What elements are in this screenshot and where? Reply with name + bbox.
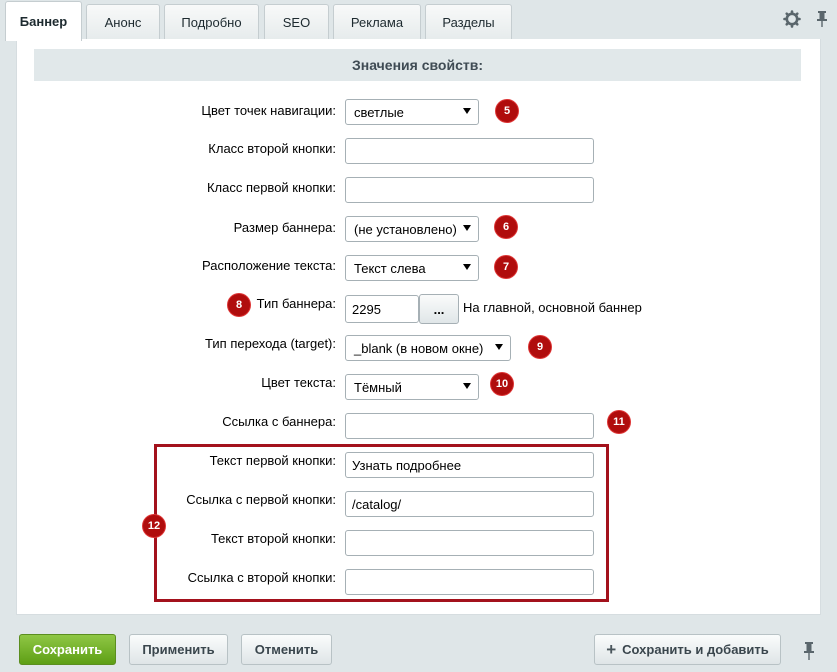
nav-dots-value: светлые — [354, 104, 404, 120]
save-and-add-label: Сохранить и добавить — [622, 642, 769, 657]
second-btn-text-label: Текст второй кнопки: — [210, 531, 336, 546]
marker-badge-8: 8 — [228, 294, 250, 316]
marker-badge-6: 6 — [495, 216, 517, 238]
dropdown-arrow-icon — [463, 383, 471, 389]
tab-banner[interactable]: Баннер — [5, 1, 82, 41]
pin-icon[interactable] — [803, 641, 815, 661]
dropdown-arrow-icon — [463, 264, 471, 270]
nav-dots-label: Цвет точек навигации: — [201, 103, 336, 118]
marker-badge-7: 7 — [495, 256, 517, 278]
marker-badge-9: 9 — [529, 336, 551, 358]
second-btn-link-input[interactable] — [345, 569, 594, 595]
pin-icon[interactable] — [816, 10, 828, 28]
tab-announce[interactable]: Анонс — [86, 4, 160, 40]
text-color-value: Тёмный — [354, 379, 402, 395]
section-title: Значения свойств: — [34, 49, 801, 81]
marker-badge-10: 10 — [491, 373, 513, 395]
marker-badge-5: 5 — [496, 100, 518, 122]
tab-sections[interactable]: Разделы — [425, 4, 512, 40]
second-btn-class-input[interactable] — [345, 138, 594, 164]
first-btn-text-input[interactable]: Узнать подробнее — [345, 452, 594, 478]
banner-type-note: На главной, основной баннер — [463, 300, 642, 315]
text-color-label: Цвет текста: — [261, 375, 336, 390]
target-label: Тип перехода (target): — [205, 336, 336, 351]
apply-button[interactable]: Применить — [129, 634, 228, 665]
target-select[interactable]: _blank (в новом окне) — [345, 335, 511, 361]
text-position-value: Текст слева — [354, 260, 426, 276]
banner-size-label: Размер баннера: — [233, 220, 336, 235]
second-btn-text-input[interactable] — [345, 530, 594, 556]
banner-type-label: Тип баннера: — [256, 296, 336, 311]
tab-details[interactable]: Подробно — [164, 4, 259, 40]
nav-dots-select[interactable]: светлые — [345, 99, 479, 125]
first-btn-link-input[interactable]: /catalog/ — [345, 491, 594, 517]
tab-bar: Баннер Анонс Подробно SEO Реклама Раздел… — [0, 0, 837, 41]
marker-badge-11: 11 — [608, 411, 630, 433]
tab-ads[interactable]: Реклама — [333, 4, 421, 40]
banner-size-select[interactable]: (не установлено) — [345, 216, 479, 242]
text-position-select[interactable]: Текст слева — [345, 255, 479, 281]
banner-link-input[interactable] — [345, 413, 594, 439]
banner-type-input[interactable]: 2295 — [345, 295, 419, 323]
banner-link-label: Ссылка с баннера: — [222, 414, 336, 429]
save-and-add-button[interactable]: + Сохранить и добавить — [594, 634, 781, 665]
text-position-label: Расположение текста: — [202, 258, 336, 273]
second-btn-class-label: Класс второй кнопки: — [208, 141, 336, 156]
first-btn-class-input[interactable] — [345, 177, 594, 203]
tab-seo[interactable]: SEO — [264, 4, 329, 40]
dropdown-arrow-icon — [463, 108, 471, 114]
second-btn-link-label: Ссылка с второй кнопки: — [187, 570, 336, 585]
first-btn-class-label: Класс первой кнопки: — [206, 180, 336, 195]
plus-icon: + — [606, 639, 617, 659]
save-button[interactable]: Сохранить — [19, 634, 116, 665]
banner-size-value: (не установлено) — [354, 221, 457, 237]
first-btn-text-label: Текст первой кнопки: — [209, 453, 336, 468]
cancel-button[interactable]: Отменить — [241, 634, 332, 665]
browse-button[interactable]: ... — [419, 294, 459, 324]
text-color-select[interactable]: Тёмный — [345, 374, 479, 400]
target-value: _blank (в новом окне) — [354, 340, 484, 356]
dropdown-arrow-icon — [495, 344, 503, 350]
dropdown-arrow-icon — [463, 225, 471, 231]
gear-icon[interactable] — [783, 10, 801, 28]
first-btn-link-label: Ссылка с первой кнопки: — [186, 492, 336, 507]
marker-badge-12: 12 — [143, 515, 165, 537]
